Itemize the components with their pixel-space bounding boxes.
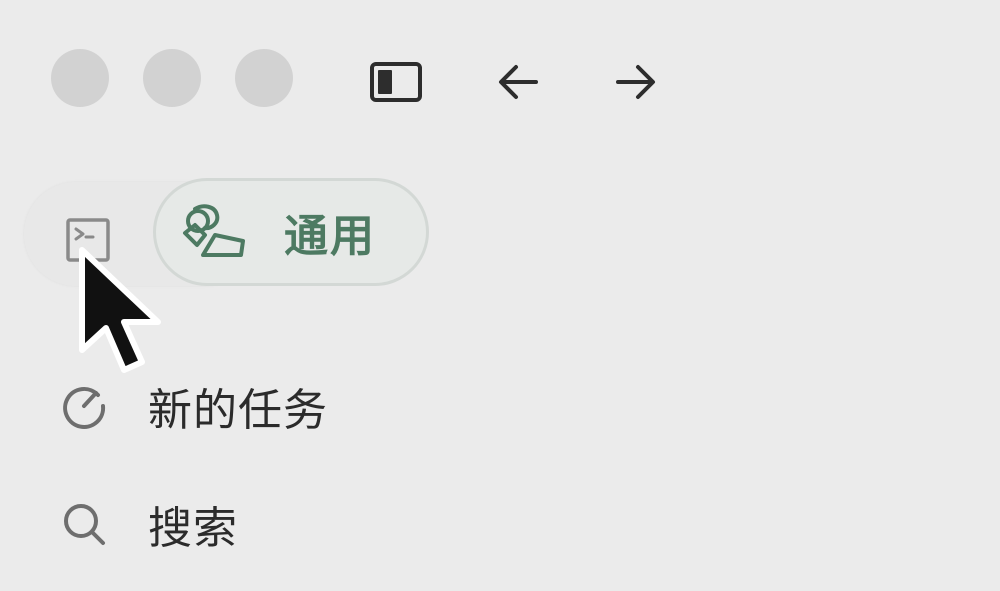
arrow-right-icon <box>616 65 655 99</box>
nav-item-search[interactable]: 搜索 <box>56 492 238 556</box>
terminal-icon <box>66 218 110 262</box>
mode-switch: 通用 <box>20 178 440 290</box>
title-bar <box>0 0 1000 160</box>
zoom-window-button[interactable] <box>235 49 293 107</box>
app-window: 通用 新的任务 搜索 <box>0 0 1000 591</box>
nav-item-search-label: 搜索 <box>148 503 238 554</box>
general-mode-label: 通用 <box>284 211 376 262</box>
sidebar-toggle-icon <box>370 62 422 102</box>
arrow-left-icon <box>499 65 538 99</box>
forward-button[interactable] <box>606 56 666 108</box>
nav-item-new-task[interactable]: 新的任务 <box>56 374 328 438</box>
shapes-icon <box>180 202 252 262</box>
terminal-mode-button[interactable] <box>56 208 120 272</box>
minimize-window-button[interactable] <box>143 49 201 107</box>
sidebar-toggle-button[interactable] <box>366 56 426 108</box>
back-button[interactable] <box>488 56 548 108</box>
close-window-button[interactable] <box>51 49 109 107</box>
search-icon <box>56 496 112 552</box>
nav-item-new-task-label: 新的任务 <box>148 385 328 436</box>
general-mode-button[interactable]: 通用 <box>153 178 429 286</box>
new-task-icon <box>56 378 112 434</box>
